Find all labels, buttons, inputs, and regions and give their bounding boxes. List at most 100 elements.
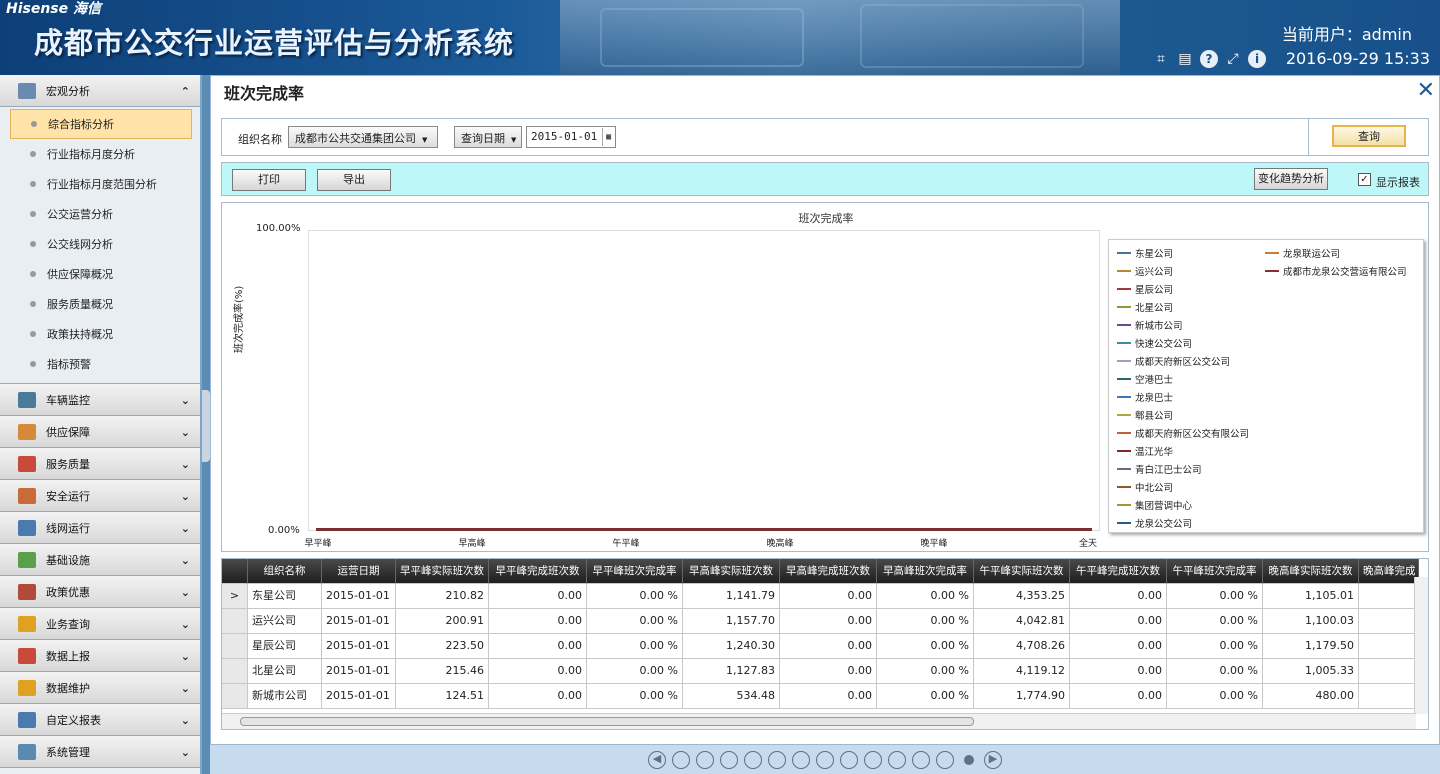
close-icon[interactable]: ✕: [1417, 78, 1435, 103]
prev-page-icon[interactable]: ◀: [648, 751, 666, 769]
help-icon[interactable]: ?: [1200, 50, 1218, 68]
sidebar-item[interactable]: 供应保障概况: [0, 259, 200, 289]
sidebar-item[interactable]: 公交线网分析: [0, 229, 200, 259]
column-header[interactable]: 早平峰完成班次数: [489, 559, 587, 584]
column-header[interactable]: 午平峰班次完成率: [1167, 559, 1263, 584]
legend-item[interactable]: 龙泉公交公司: [1117, 516, 1192, 530]
page-dot[interactable]: [768, 751, 786, 769]
chevron-down-icon[interactable]: ⌄: [181, 650, 190, 663]
sidebar-item[interactable]: 指标预警: [0, 349, 200, 379]
legend-item[interactable]: 青白江巴士公司: [1117, 462, 1202, 476]
chevron-down-icon[interactable]: ⌄: [181, 394, 190, 407]
sidebar-item[interactable]: 服务质量概况: [0, 289, 200, 319]
org-select[interactable]: 成都市公共交通集团公司 ▼: [288, 126, 438, 148]
table-row[interactable]: 北星公司 2015-01-01 215.46 0.00 0.00 % 1,127.83 0.…: [222, 659, 1419, 684]
legend-item[interactable]: 星辰公司: [1117, 282, 1173, 296]
sidebar-group[interactable]: 数据上报 ⌄: [0, 640, 200, 672]
column-header[interactable]: 早平峰实际班次数: [396, 559, 489, 584]
chevron-down-icon[interactable]: ⌄: [181, 746, 190, 759]
page-dot[interactable]: [912, 751, 930, 769]
column-header[interactable]: 早高峰班次完成率: [877, 559, 974, 584]
column-header[interactable]: 早平峰班次完成率: [587, 559, 683, 584]
sidebar-group[interactable]: 业务查询 ⌄: [0, 608, 200, 640]
table-row[interactable]: 运兴公司 2015-01-01 200.91 0.00 0.00 % 1,157.70 0.…: [222, 609, 1419, 634]
sidebar-item[interactable]: 公交运营分析: [0, 199, 200, 229]
chevron-down-icon[interactable]: ⌄: [181, 714, 190, 727]
scroll-thumb[interactable]: [240, 717, 974, 726]
page-dot[interactable]: [864, 751, 882, 769]
column-header[interactable]: 晚高峰实际班次数: [1263, 559, 1359, 584]
sidebar-item[interactable]: 行业指标月度范围分析: [0, 169, 200, 199]
legend-item[interactable]: 空港巴士: [1117, 372, 1173, 386]
chevron-down-icon[interactable]: ⌄: [181, 618, 190, 631]
export-button[interactable]: 导出: [317, 169, 391, 191]
table-row[interactable]: > 东星公司 2015-01-01 210.82 0.00 0.00 % 1,141.79 0…: [222, 584, 1419, 609]
page-dot[interactable]: [744, 751, 762, 769]
sidebar-item[interactable]: 综合指标分析: [10, 109, 192, 139]
chevron-down-icon[interactable]: ⌄: [181, 522, 190, 535]
crop-icon[interactable]: ⌗: [1152, 50, 1170, 68]
sidebar-group[interactable]: 线网运行 ⌄: [0, 512, 200, 544]
chevron-down-icon[interactable]: ⌄: [181, 458, 190, 471]
sidebar-group[interactable]: 供应保障 ⌄: [0, 416, 200, 448]
legend-item[interactable]: 温江光华: [1117, 444, 1173, 458]
legend-item[interactable]: 成都天府新区公交公司: [1117, 354, 1230, 368]
legend-item[interactable]: 成都市龙泉公交营运有限公司: [1265, 264, 1407, 278]
sidebar-group[interactable]: 政策优惠 ⌄: [0, 576, 200, 608]
table-row[interactable]: 新城市公司 2015-01-01 124.51 0.00 0.00 % 534.48 0.0…: [222, 684, 1419, 709]
legend-item[interactable]: 龙泉巴士: [1117, 390, 1173, 404]
date-input[interactable]: 2015-01-01 ▦: [526, 126, 616, 148]
page-dot[interactable]: [792, 751, 810, 769]
sidebar-group[interactable]: 安全运行 ⌄: [0, 480, 200, 512]
query-button[interactable]: 查询: [1332, 125, 1406, 147]
column-header[interactable]: 早高峰完成班次数: [780, 559, 877, 584]
legend-item[interactable]: 成都天府新区公交有限公司: [1117, 426, 1249, 440]
sidebar-group[interactable]: 自定义报表 ⌄: [0, 704, 200, 736]
legend-item[interactable]: 集团营调中心: [1117, 498, 1192, 512]
trend-analysis-button[interactable]: 变化趋势分析: [1254, 168, 1328, 190]
column-header[interactable]: 午平峰实际班次数: [974, 559, 1070, 584]
legend-item[interactable]: 新城市公司: [1117, 318, 1183, 332]
column-header[interactable]: 午平峰完成班次数: [1070, 559, 1167, 584]
column-header[interactable]: 组织名称: [248, 559, 322, 584]
chevron-down-icon[interactable]: ⌄: [181, 682, 190, 695]
chevron-down-icon[interactable]: ⌄: [181, 490, 190, 503]
page-dot[interactable]: [672, 751, 690, 769]
page-dot[interactable]: [720, 751, 738, 769]
legend-item[interactable]: 运兴公司: [1117, 264, 1173, 278]
legend-item[interactable]: 东星公司: [1117, 246, 1173, 260]
chevron-down-icon[interactable]: ⌄: [181, 554, 190, 567]
vertical-scrollbar[interactable]: [1414, 577, 1428, 714]
sidebar-group[interactable]: 系统管理 ⌄: [0, 736, 200, 768]
legend-item[interactable]: 龙泉联运公司: [1265, 246, 1340, 260]
sidebar-group[interactable]: 基础设施 ⌄: [0, 544, 200, 576]
page-dot[interactable]: [964, 755, 974, 765]
horizontal-scrollbar[interactable]: [222, 713, 1416, 729]
chevron-down-icon[interactable]: ⌄: [181, 586, 190, 599]
next-page-icon[interactable]: ▶: [984, 751, 1002, 769]
sidebar-item[interactable]: 行业指标月度分析: [0, 139, 200, 169]
legend-item[interactable]: 北星公司: [1117, 300, 1173, 314]
page-dot[interactable]: [936, 751, 954, 769]
page-dot[interactable]: [816, 751, 834, 769]
print-button[interactable]: 打印: [232, 169, 306, 191]
resize-icon[interactable]: ⤢: [1224, 50, 1242, 68]
page-dot[interactable]: [840, 751, 858, 769]
sidebar-item[interactable]: 政策扶持概况: [0, 319, 200, 349]
page-dot[interactable]: [888, 751, 906, 769]
legend-item[interactable]: 快速公交公司: [1117, 336, 1192, 350]
legend-item[interactable]: 郫县公司: [1117, 408, 1173, 422]
date-type-select[interactable]: 查询日期 ▼: [454, 126, 522, 148]
sidebar-collapse-handle[interactable]: [202, 390, 210, 462]
show-report-checkbox[interactable]: ✓: [1358, 173, 1371, 186]
sidebar-group[interactable]: 宏观分析 ⌃: [0, 75, 200, 107]
info-icon[interactable]: i: [1248, 50, 1266, 68]
calendar-icon[interactable]: ▦: [602, 128, 614, 146]
column-header[interactable]: 运营日期: [322, 559, 396, 584]
sidebar-group[interactable]: 服务质量 ⌄: [0, 448, 200, 480]
column-header[interactable]: 晚高峰完成: [1359, 559, 1419, 584]
chevron-down-icon[interactable]: ⌄: [181, 426, 190, 439]
keyboard-icon[interactable]: ▤: [1176, 50, 1194, 68]
legend-item[interactable]: 中北公司: [1117, 480, 1173, 494]
chevron-up-icon[interactable]: ⌃: [181, 85, 190, 98]
